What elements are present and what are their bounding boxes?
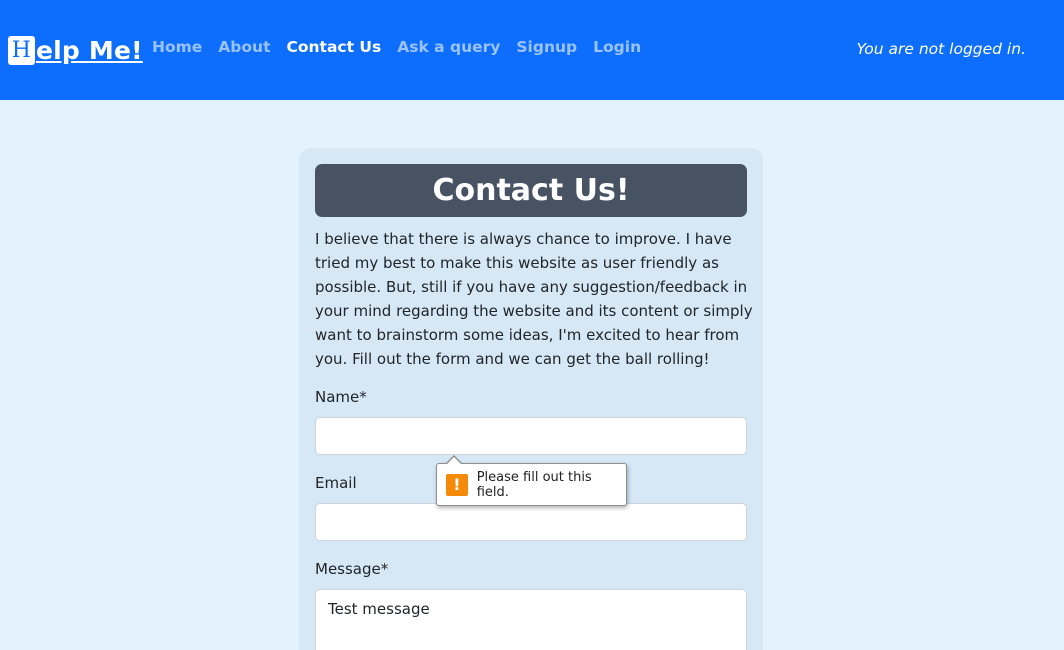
nav-about-link[interactable]: About: [218, 38, 270, 56]
warning-icon: !: [446, 473, 468, 496]
validation-tooltip: ! Please fill out this field.: [436, 455, 627, 506]
navbar: Help Me! Home About Contact Us Ask a que…: [0, 0, 1064, 100]
nav-signup-link[interactable]: Signup: [516, 38, 577, 56]
email-input[interactable]: [315, 503, 747, 541]
brand-text: elp Me!: [36, 35, 143, 65]
contact-card: Contact Us! I believe that there is alwa…: [299, 148, 763, 650]
brand-link[interactable]: Help Me!: [8, 34, 143, 66]
nav-links: Home About Contact Us Ask a query Signup…: [152, 38, 657, 56]
nav-login-link[interactable]: Login: [593, 38, 641, 56]
validation-message: Please fill out this field.: [476, 469, 592, 500]
message-textarea[interactable]: Test message: [315, 589, 747, 650]
name-input[interactable]: [315, 417, 747, 455]
name-label: Name*: [315, 388, 367, 406]
intro-text: I believe that there is always chance to…: [315, 230, 753, 368]
nav-home-link[interactable]: Home: [152, 38, 202, 56]
email-label: Email: [315, 474, 357, 492]
brand-logo-icon: H: [8, 35, 35, 65]
message-label: Message*: [315, 560, 389, 578]
nav-contact-us-link[interactable]: Contact Us: [286, 38, 381, 56]
nav-ask-query-link[interactable]: Ask a query: [397, 38, 500, 56]
page-title: Contact Us!: [315, 164, 747, 217]
login-status: You are not logged in.: [856, 40, 1026, 58]
